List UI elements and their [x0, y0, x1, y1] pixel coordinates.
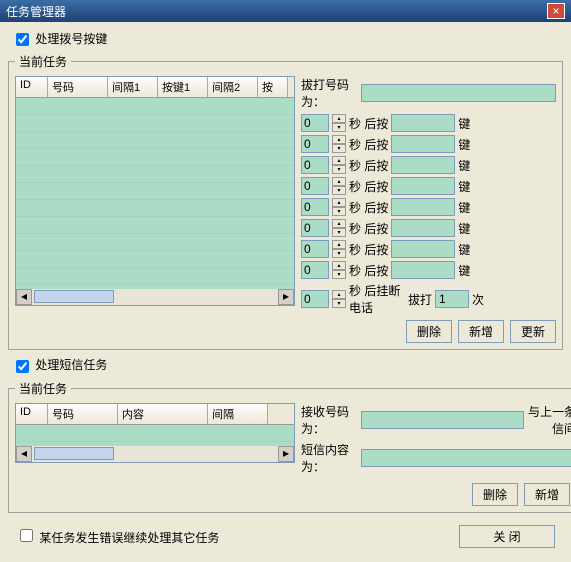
sms-col-interval[interactable]: 间隔	[208, 404, 268, 424]
sms-col-number[interactable]: 号码	[48, 404, 118, 424]
key-input-5[interactable]	[391, 219, 455, 237]
key-suffix-5: 键	[458, 220, 470, 237]
key-input-3[interactable]	[391, 177, 455, 195]
delay-spinner-7[interactable]: ▴▾	[332, 261, 346, 279]
delay-label-1: 秒 后按	[349, 136, 388, 153]
sms-delete-button[interactable]: 删除	[472, 483, 518, 506]
interval-label: 与上一条短信间隔	[528, 403, 571, 437]
dial-grid-header: ID 号码 间隔1 按键1 间隔2 按	[16, 77, 294, 98]
col-id[interactable]: ID	[16, 77, 48, 97]
scroll-thumb[interactable]	[34, 290, 114, 303]
col-interval1[interactable]: 间隔1	[108, 77, 158, 97]
delay-input-0[interactable]	[301, 114, 329, 132]
sms-scroll-right-icon[interactable]: ▸	[278, 446, 294, 462]
key-suffix-1: 键	[458, 136, 470, 153]
delay-spinner-3[interactable]: ▴▾	[332, 177, 346, 195]
dial-number-label: 拔打号码为：	[301, 76, 357, 110]
delay-label-6: 秒 后按	[349, 241, 388, 258]
dial-add-button[interactable]: 新增	[458, 320, 504, 343]
col-key2[interactable]: 按	[258, 77, 288, 97]
hangup-spinner[interactable]: ▴▾	[332, 290, 346, 308]
delay-label-2: 秒 后按	[349, 157, 388, 174]
key-input-1[interactable]	[391, 135, 455, 153]
delay-spinner-2[interactable]: ▴▾	[332, 156, 346, 174]
sms-hscroll[interactable]: ◂ ▸	[16, 446, 294, 462]
key-input-0[interactable]	[391, 114, 455, 132]
recv-number-input[interactable]	[361, 411, 524, 429]
sms-content-label: 短信内容为：	[301, 441, 357, 475]
dial-group-legend: 当前任务	[15, 53, 71, 70]
key-suffix-6: 键	[458, 241, 470, 258]
continue-on-error-label: 某任务发生错误继续处理其它任务	[39, 531, 219, 545]
delay-label-0: 秒 后按	[349, 115, 388, 132]
key-input-4[interactable]	[391, 198, 455, 216]
sms-checkbox-label: 处理短信任务	[35, 358, 107, 372]
dial-checkbox-label: 处理拨号按键	[35, 32, 107, 46]
sms-checkbox[interactable]	[16, 360, 29, 373]
dial-hscroll[interactable]: ◂ ▸	[16, 289, 294, 305]
close-icon[interactable]: ×	[547, 3, 565, 19]
recv-number-label: 接收号码为：	[301, 403, 357, 437]
scroll-track[interactable]	[32, 289, 278, 305]
sms-scroll-thumb[interactable]	[34, 447, 114, 460]
delay-spinner-4[interactable]: ▴▾	[332, 198, 346, 216]
scroll-left-icon[interactable]: ◂	[16, 289, 32, 305]
sms-grid[interactable]: ID 号码 内容 间隔 ◂ ▸	[15, 403, 295, 463]
key-input-6[interactable]	[391, 240, 455, 258]
delay-input-3[interactable]	[301, 177, 329, 195]
dial-update-button[interactable]: 更新	[510, 320, 556, 343]
delay-input-4[interactable]	[301, 198, 329, 216]
dial-count-input[interactable]	[435, 290, 469, 308]
scroll-right-icon[interactable]: ▸	[278, 289, 294, 305]
delay-label-4: 秒 后按	[349, 199, 388, 216]
titlebar: 任务管理器 ×	[0, 0, 571, 22]
sms-group-legend: 当前任务	[15, 380, 71, 397]
sms-col-id[interactable]: ID	[16, 404, 48, 424]
dial-delete-button[interactable]: 删除	[406, 320, 452, 343]
delay-input-6[interactable]	[301, 240, 329, 258]
key-suffix-4: 键	[458, 199, 470, 216]
key-suffix-2: 键	[458, 157, 470, 174]
key-suffix-3: 键	[458, 178, 470, 195]
key-input-7[interactable]	[391, 261, 455, 279]
col-number[interactable]: 号码	[48, 77, 108, 97]
sms-fieldset: 当前任务 ID 号码 内容 间隔 ◂ ▸	[8, 380, 571, 513]
dial-number-input[interactable]	[361, 84, 556, 102]
dial-count-prefix: 拔打	[408, 291, 432, 308]
sms-add-button[interactable]: 新增	[524, 483, 570, 506]
delay-label-7: 秒 后按	[349, 262, 388, 279]
delay-spinner-0[interactable]: ▴▾	[332, 114, 346, 132]
delay-spinner-5[interactable]: ▴▾	[332, 219, 346, 237]
sms-scroll-track[interactable]	[32, 446, 278, 462]
delay-input-1[interactable]	[301, 135, 329, 153]
delay-input-5[interactable]	[301, 219, 329, 237]
dial-grid[interactable]: ID 号码 间隔1 按键1 间隔2 按 ◂ ▸	[15, 76, 295, 306]
hangup-label: 秒 后挂断电话	[349, 282, 405, 316]
continue-on-error-checkbox[interactable]	[20, 529, 33, 542]
delay-spinner-6[interactable]: ▴▾	[332, 240, 346, 258]
dial-fieldset: 当前任务 ID 号码 间隔1 按键1 间隔2 按 ◂	[8, 53, 563, 350]
delay-input-7[interactable]	[301, 261, 329, 279]
delay-input-2[interactable]	[301, 156, 329, 174]
delay-label-5: 秒 后按	[349, 220, 388, 237]
hangup-delay-input[interactable]	[301, 290, 329, 308]
key-suffix-7: 键	[458, 262, 470, 279]
dial-count-suffix: 次	[472, 291, 484, 308]
sms-col-content[interactable]: 内容	[118, 404, 208, 424]
dial-checkbox[interactable]	[16, 33, 29, 46]
delay-spinner-1[interactable]: ▴▾	[332, 135, 346, 153]
key-suffix-0: 键	[458, 115, 470, 132]
sms-grid-header: ID 号码 内容 间隔	[16, 404, 294, 425]
sms-scroll-left-icon[interactable]: ◂	[16, 446, 32, 462]
delay-label-3: 秒 后按	[349, 178, 388, 195]
col-interval2[interactable]: 间隔2	[208, 77, 258, 97]
dial-grid-body[interactable]	[16, 98, 294, 292]
window-title: 任务管理器	[6, 3, 66, 20]
main-panel: 处理拨号按键 当前任务 ID 号码 间隔1 按键1 间隔2 按 ◂	[0, 22, 571, 562]
sms-content-input[interactable]	[361, 449, 571, 467]
col-key1[interactable]: 按键1	[158, 77, 208, 97]
key-input-2[interactable]	[391, 156, 455, 174]
close-button[interactable]: 关 闭	[459, 525, 555, 548]
